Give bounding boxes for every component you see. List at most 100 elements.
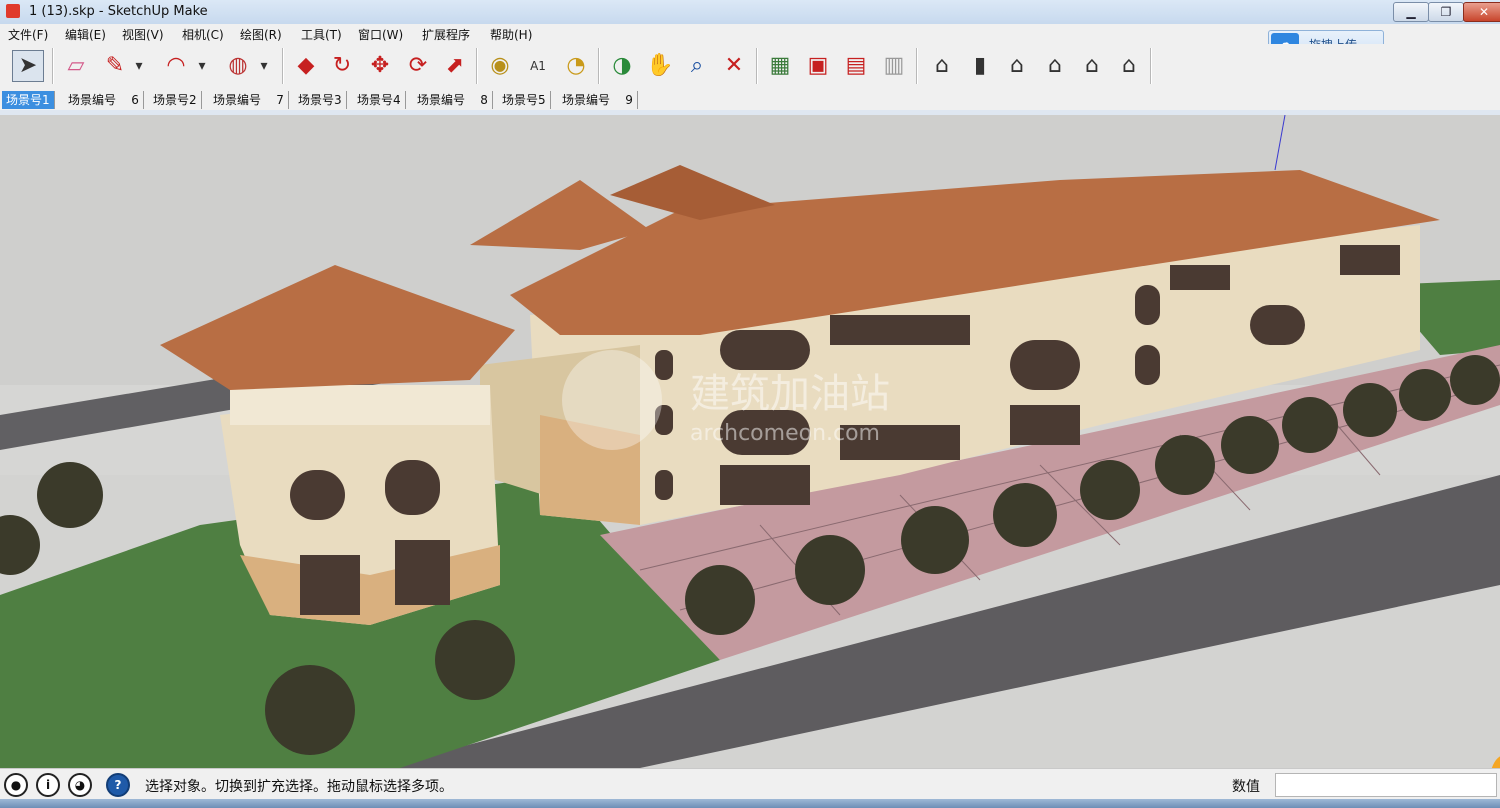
menu-camera[interactable]: 相机(C) <box>182 26 224 43</box>
line-tool-dropdown[interactable]: ▾ <box>130 50 148 82</box>
scene-tab-7[interactable]: 场景编号 8 <box>413 91 493 109</box>
left-view-icon: ⌂ <box>1122 53 1136 78</box>
top-view-icon: ▮ <box>973 53 987 78</box>
tape-measure-icon: ◉ <box>490 53 510 78</box>
move-tool-button[interactable]: ✥ <box>364 50 396 82</box>
toolbar-separator <box>1150 48 1152 84</box>
toolbar-separator <box>916 48 918 84</box>
scene-tab-2[interactable]: 场景编号 6 <box>64 91 144 109</box>
toolbar-separator <box>756 48 758 84</box>
menu-extensions[interactable]: 扩展程序 <box>422 26 470 43</box>
maximize-button[interactable]: ❐ <box>1428 2 1464 22</box>
back-view-button[interactable]: ⌂ <box>1076 50 1108 82</box>
shape-tool-dropdown[interactable]: ▾ <box>255 50 273 82</box>
share-model-icon: ▤ <box>845 53 867 78</box>
zoom-tool-button[interactable]: ⌕ <box>681 50 713 82</box>
chevron-down-icon: ▾ <box>260 58 268 74</box>
scene-tab-8[interactable]: 场景号5 <box>498 91 551 109</box>
right-view-icon: ⌂ <box>1048 53 1062 78</box>
arc-icon: ◠ <box>166 53 186 78</box>
top-view-button[interactable]: ▮ <box>964 50 996 82</box>
follow-me-tool-button[interactable]: ↻ <box>326 50 358 82</box>
scene-tab-4[interactable]: 场景编号 7 <box>209 91 289 109</box>
scene-tabs: 场景号1 场景编号 6 场景号2 场景编号 7 场景号3 场景号4 场景编号 8… <box>0 90 1500 110</box>
follow-me-icon: ↻ <box>332 53 352 78</box>
scene-tab-1[interactable]: 场景号1 <box>2 91 55 109</box>
orbit-tool-button[interactable]: ◑ <box>606 50 638 82</box>
arc-tool-button[interactable]: ◠ <box>160 50 192 82</box>
title-bar: 1 (13).skp - SketchUp Make ▁ ❐ ✕ <box>0 0 1500 25</box>
move-icon: ✥ <box>370 53 390 78</box>
paint-bucket-icon: ◔ <box>566 53 586 78</box>
arc-tool-dropdown[interactable]: ▾ <box>193 50 211 82</box>
left-view-button[interactable]: ⌂ <box>1113 50 1145 82</box>
polygon-icon: ◍ <box>228 53 248 78</box>
rotate-icon: ⟳ <box>408 53 428 78</box>
chevron-down-icon: ▾ <box>135 58 143 74</box>
text-tool-button[interactable]: A1 <box>522 50 554 82</box>
menu-edit[interactable]: 编辑(E) <box>65 26 106 43</box>
info-icon[interactable]: i <box>36 773 60 797</box>
menu-view[interactable]: 视图(V) <box>122 26 164 43</box>
magnifier-icon: ⌕ <box>690 53 704 78</box>
push-pull-tool-button[interactable]: ◆ <box>290 50 322 82</box>
toolbar-separator <box>476 48 478 84</box>
status-bar: ● i ◕ ? 选择对象。切换到扩充选择。拖动鼠标选择多项。 数值 <box>0 768 1500 800</box>
pencil-icon: ✎ <box>105 53 125 78</box>
measurements-input[interactable] <box>1275 773 1497 797</box>
minimize-button[interactable]: ▁ <box>1393 2 1429 22</box>
arrow-cursor-icon: ➤ <box>18 53 38 78</box>
select-tool-button[interactable]: ➤ <box>12 50 44 82</box>
share-model-button[interactable]: ▤ <box>840 50 872 82</box>
menu-tools[interactable]: 工具(T) <box>301 26 342 43</box>
menu-help[interactable]: 帮助(H) <box>490 26 532 43</box>
user-icon[interactable]: ◕ <box>68 773 92 797</box>
eraser-tool-button[interactable]: ▱ <box>60 50 92 82</box>
taskbar <box>0 799 1500 808</box>
menu-window[interactable]: 窗口(W) <box>358 26 403 43</box>
paint-bucket-tool-button[interactable]: ◔ <box>560 50 592 82</box>
sketchup-app-icon <box>6 4 20 18</box>
menu-file[interactable]: 文件(F) <box>8 26 48 43</box>
scale-tool-button[interactable]: ⬈ <box>439 50 471 82</box>
rotate-tool-button[interactable]: ⟳ <box>402 50 434 82</box>
scene-tab-3[interactable]: 场景号2 <box>149 91 202 109</box>
scene-tab-6[interactable]: 场景号4 <box>353 91 406 109</box>
pan-tool-button[interactable]: ✋ <box>644 50 676 82</box>
front-view-icon: ⌂ <box>1010 53 1024 78</box>
watermark-logo <box>562 350 662 450</box>
scene-tab-5[interactable]: 场景号3 <box>294 91 347 109</box>
menu-draw[interactable]: 绘图(R) <box>240 26 282 43</box>
iso-view-icon: ⌂ <box>935 53 949 78</box>
right-view-button[interactable]: ⌂ <box>1039 50 1071 82</box>
model-scene: 建筑加油站 archcomeon.com <box>0 115 1500 768</box>
map-icon: ▦ <box>769 53 791 78</box>
front-view-button[interactable]: ⌂ <box>1001 50 1033 82</box>
watermark-text: 建筑加油站 <box>690 371 890 417</box>
toolbar-separator <box>598 48 600 84</box>
eraser-icon: ▱ <box>67 53 85 78</box>
line-tool-button[interactable]: ✎ <box>99 50 131 82</box>
toolbar-separator <box>282 48 284 84</box>
get-models-button[interactable]: ▣ <box>802 50 834 82</box>
iso-view-button[interactable]: ⌂ <box>926 50 958 82</box>
share-component-button[interactable]: ▥ <box>878 50 910 82</box>
shape-tool-button[interactable]: ◍ <box>222 50 254 82</box>
chevron-down-icon: ▾ <box>198 58 206 74</box>
push-pull-icon: ◆ <box>297 53 315 78</box>
main-toolbar: ➤ ▱ ✎ ▾ ◠ ▾ ◍ ▾ ◆ ↻ ✥ ⟳ ⬈ ◉ A1 ◔ ◑ ✋ ⌕ ✕… <box>0 44 1500 90</box>
toolbar-separator <box>52 48 54 84</box>
share-component-icon: ▥ <box>883 53 905 78</box>
model-viewport[interactable]: 建筑加油站 archcomeon.com <box>0 115 1500 768</box>
help-icon[interactable]: ? <box>106 773 130 797</box>
orbit-icon: ◑ <box>612 53 632 78</box>
close-button[interactable]: ✕ <box>1463 2 1500 22</box>
measurements-label: 数值 <box>1232 779 1260 795</box>
warehouse-icon: ▣ <box>807 53 829 78</box>
pin-icon[interactable]: ● <box>4 773 28 797</box>
add-location-button[interactable]: ▦ <box>764 50 796 82</box>
tape-measure-tool-button[interactable]: ◉ <box>484 50 516 82</box>
zoom-extents-button[interactable]: ✕ <box>718 50 750 82</box>
hand-icon: ✋ <box>646 53 674 78</box>
scene-tab-9[interactable]: 场景编号 9 <box>558 91 638 109</box>
